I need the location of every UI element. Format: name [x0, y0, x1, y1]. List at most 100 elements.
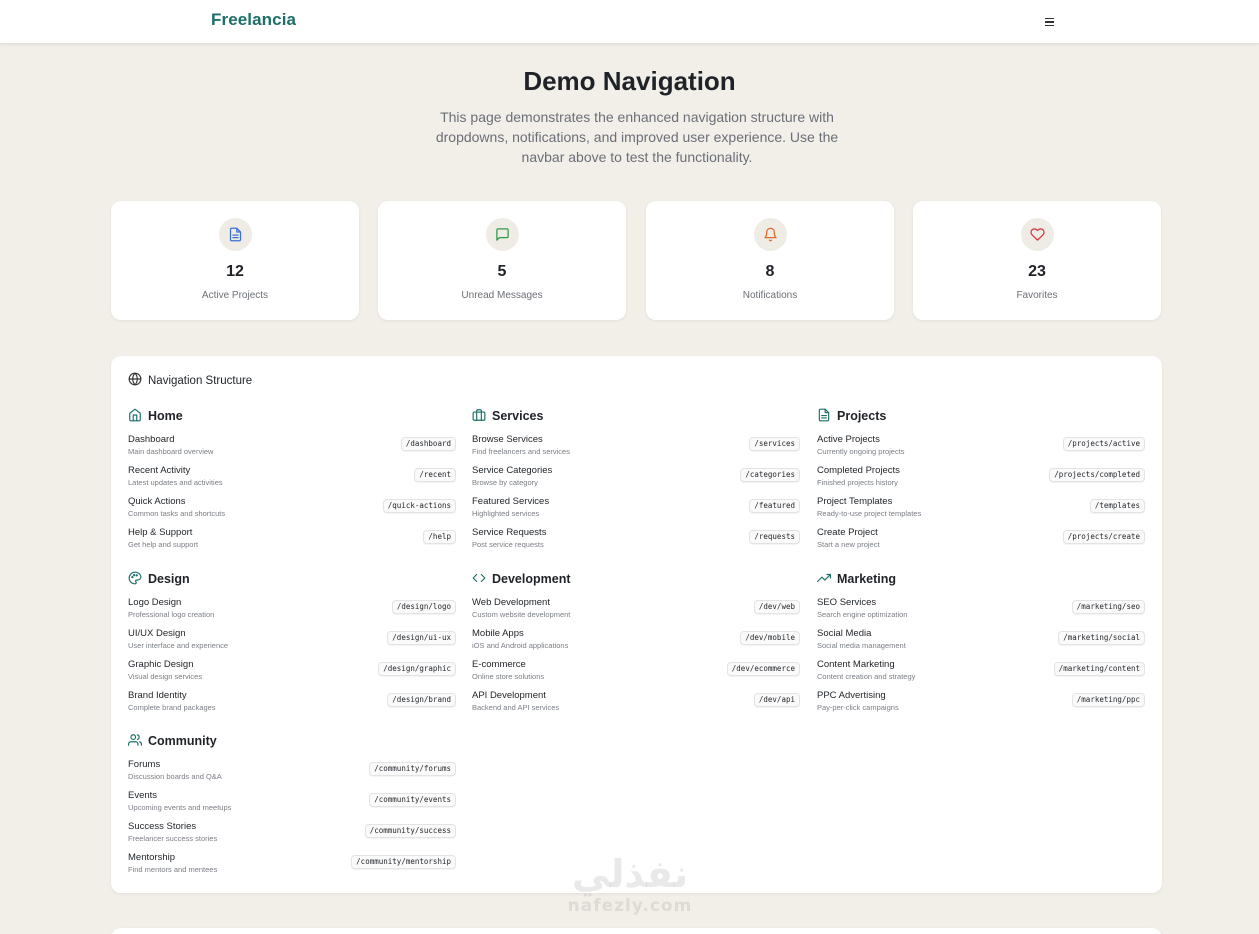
item-title: Dashboard: [128, 434, 175, 445]
section-home: Home Dashboard Main dashboard overview/da…: [128, 407, 456, 556]
section-title: Design: [148, 572, 190, 586]
briefcase-icon: [472, 408, 486, 425]
item-title: Completed Projects: [817, 465, 900, 476]
item-description: Search engine optimization: [817, 610, 908, 619]
item-description: iOS and Android applications: [472, 641, 569, 650]
item-description: Social media management: [817, 641, 906, 650]
route-badge: /design/ui-ux: [387, 631, 456, 645]
item-title: Graphic Design: [128, 659, 194, 670]
section-header: Community: [128, 732, 456, 750]
route-badge: /projects/completed: [1049, 468, 1145, 482]
item-description: Get help and support: [128, 540, 199, 549]
panel-title: Navigation Structure: [128, 372, 252, 389]
route-badge: /community/forums: [369, 762, 456, 776]
route-badge: /projects/active: [1062, 437, 1145, 451]
nav-item-logo-design[interactable]: Logo Design Professional logo creation/de…: [128, 595, 456, 626]
nav-item-dashboard[interactable]: Dashboard Main dashboard overview/dashboa…: [128, 432, 456, 463]
route-badge: /services: [749, 437, 800, 451]
section-title: Community: [148, 734, 217, 748]
nav-item-graphic-design[interactable]: Graphic Design Visual design services/des…: [128, 657, 456, 688]
item-description: Common tasks and shortcuts: [128, 509, 226, 518]
section-title: Development: [492, 572, 571, 586]
palette-icon: [128, 571, 142, 588]
brand-logo[interactable]: Freelancia: [211, 10, 296, 30]
panel-title-text: Navigation Structure: [148, 374, 253, 387]
route-badge: /dev/mobile: [740, 631, 800, 645]
item-title: UI/UX Design: [128, 628, 186, 639]
item-description: Complete brand packages: [128, 703, 216, 712]
item-description: Start a new project: [817, 540, 880, 549]
nav-item-seo-services[interactable]: SEO Services Search engine optimization/m…: [817, 595, 1145, 626]
nav-item-project-templates[interactable]: Project Templates Ready-to-use project te…: [817, 494, 1145, 525]
nav-item-events[interactable]: Events Upcoming events and meetups/commun…: [128, 788, 456, 819]
nav-item-content-marketing[interactable]: Content Marketing Content creation and st…: [817, 657, 1145, 688]
item-title: SEO Services: [817, 597, 877, 608]
item-title: Quick Actions: [128, 496, 186, 507]
item-description: Find freelancers and services: [472, 447, 570, 456]
section-services: Services Browse Services Find freelancers…: [472, 407, 800, 556]
route-badge: /featured: [749, 499, 800, 513]
section-header: Home: [128, 407, 456, 425]
item-title: PPC Advertising: [817, 690, 886, 701]
code-icon: [472, 571, 486, 588]
nav-item-recent-activity[interactable]: Recent Activity Latest updates and activi…: [128, 463, 456, 494]
navigation-structure-panel: Navigation Structure Home Dashboard Main …: [111, 356, 1162, 893]
nav-item-completed-projects[interactable]: Completed Projects Finished projects hist…: [817, 463, 1145, 494]
nav-item-service-requests[interactable]: Service Requests Post service requests/re…: [472, 525, 800, 556]
item-description: Professional logo creation: [128, 610, 215, 619]
nav-item-mentorship[interactable]: Mentorship Find mentors and mentees/commu…: [128, 850, 456, 881]
nav-item-ppc-advertising[interactable]: PPC Advertising Pay-per-click campaigns/m…: [817, 688, 1145, 719]
route-badge: /dev/ecommerce: [726, 662, 800, 676]
item-description: Visual design services: [128, 672, 203, 681]
item-description: Highlighted services: [472, 509, 540, 518]
item-title: Recent Activity: [128, 465, 191, 476]
item-title: API Development: [472, 690, 546, 701]
nav-item-create-project[interactable]: Create Project Start a new project/projec…: [817, 525, 1145, 556]
item-description: Content creation and strategy: [817, 672, 916, 681]
stat-card-notifications: 8 Notifications: [646, 201, 894, 320]
route-badge: /requests: [749, 530, 800, 544]
stat-card-unread-messages: 5 Unread Messages: [378, 201, 626, 320]
route-badge: /dev/web: [753, 600, 800, 614]
trending-up-icon: [817, 571, 831, 588]
item-title: Project Templates: [817, 496, 893, 507]
nav-item-featured-services[interactable]: Featured Services Highlighted services/fe…: [472, 494, 800, 525]
next-panel: [111, 928, 1162, 934]
nav-item-active-projects[interactable]: Active Projects Currently ongoing project…: [817, 432, 1145, 463]
stat-card-favorites: 23 Favorites: [913, 201, 1161, 320]
section-header: Services: [472, 407, 800, 425]
nav-item-quick-actions[interactable]: Quick Actions Common tasks and shortcuts /…: [128, 494, 456, 525]
route-badge: /community/events: [369, 793, 456, 807]
nav-item-ui-ux-design[interactable]: UI/UX Design User interface and experienc…: [128, 626, 456, 657]
item-title: Brand Identity: [128, 690, 187, 701]
nav-item-web-development[interactable]: Web Development Custom website developmen…: [472, 595, 800, 626]
globe-icon: [128, 372, 142, 389]
item-title: Active Projects: [817, 434, 880, 445]
item-title: Browse Services: [472, 434, 543, 445]
section-header: Marketing: [817, 570, 1145, 588]
hamburger-menu-icon[interactable]: [1040, 14, 1058, 30]
item-title: E-commerce: [472, 659, 526, 670]
route-badge: /marketing/content: [1053, 662, 1145, 676]
stat-value: 23: [1028, 263, 1046, 280]
nav-item-browse-services[interactable]: Browse Services Find freelancers and serv…: [472, 432, 800, 463]
nav-item-brand-identity[interactable]: Brand Identity Complete brand packages/de…: [128, 688, 456, 719]
route-badge: /dev/api: [753, 693, 800, 707]
section-marketing: Marketing SEO Services Search engine opti…: [817, 570, 1145, 719]
nav-item-service-categories[interactable]: Service Categories Browse by category/cat…: [472, 463, 800, 494]
nav-item-mobile-apps[interactable]: Mobile Apps iOS and Android applications /…: [472, 626, 800, 657]
nav-item-api-development[interactable]: API Development Backend and API services /…: [472, 688, 800, 719]
section-header: Design: [128, 570, 456, 588]
stat-label: Notifications: [742, 290, 798, 301]
stat-card-active-projects: 12 Active Projects: [111, 201, 359, 320]
item-description: Browse by category: [472, 478, 538, 487]
nav-item-help-support[interactable]: Help & Support Get help and support/help: [128, 525, 456, 556]
nav-item-success-stories[interactable]: Success Stories Freelancer success storie…: [128, 819, 456, 850]
message-icon: [486, 218, 519, 251]
stat-value: 5: [497, 263, 507, 280]
nav-item-e-commerce[interactable]: E-commerce Online store solutions/dev/eco…: [472, 657, 800, 688]
item-description: Currently ongoing projects: [817, 447, 905, 456]
nav-item-forums[interactable]: Forums Discussion boards and Q&A/communit…: [128, 757, 456, 788]
nav-item-social-media[interactable]: Social Media Social media management/mark…: [817, 626, 1145, 657]
item-title: Content Marketing: [817, 659, 895, 670]
